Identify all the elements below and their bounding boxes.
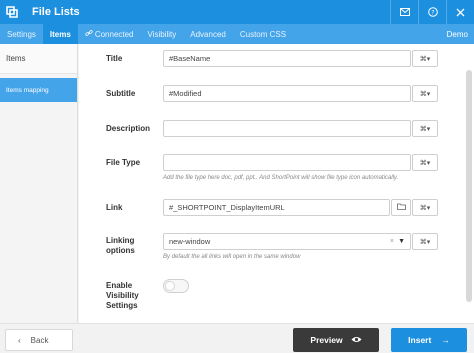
toggle-knob xyxy=(165,281,175,291)
dynamic-link-button[interactable]: ⌘ ▾ xyxy=(412,85,438,102)
folder-icon xyxy=(396,203,406,212)
label-line: options xyxy=(106,246,135,255)
app-title: File Lists xyxy=(32,6,80,18)
title-label: Title xyxy=(106,54,123,63)
file-type-label: File Type xyxy=(106,158,141,167)
tab-label: Connected xyxy=(94,29,134,39)
mail-icon[interactable] xyxy=(390,0,418,24)
insert-button[interactable]: Insert → xyxy=(391,328,467,352)
selected-value: new-window xyxy=(169,237,211,246)
dynamic-link-button[interactable]: ⌘ ▾ xyxy=(412,233,438,250)
tab-label: Settings xyxy=(7,29,36,39)
svg-text:?: ? xyxy=(431,9,434,16)
description-label: Description xyxy=(106,124,151,133)
chevron-down-icon: ▾ xyxy=(426,55,431,63)
eye-icon xyxy=(351,335,362,345)
label-line: Settings xyxy=(106,301,138,310)
dialog: File Lists ? Settings Items Connected Vi… xyxy=(0,0,474,353)
scrollbar[interactable] xyxy=(466,70,472,302)
header-actions: ? xyxy=(390,0,474,24)
form-panel: Title #BaseName ⌘ ▾ Subtitle #Modified ⌘ ▾… xyxy=(79,44,474,323)
tab-advanced[interactable]: Advanced xyxy=(183,24,233,44)
chevron-left-icon: ‹ xyxy=(18,335,21,345)
link-icon: ⌘ xyxy=(419,159,427,167)
chevron-down-icon: ▾ xyxy=(426,90,431,98)
linking-options-select[interactable]: new-window × ▼ xyxy=(163,233,411,250)
close-icon[interactable] xyxy=(446,0,474,24)
tab-settings[interactable]: Settings xyxy=(0,24,43,44)
back-label: Back xyxy=(30,335,49,345)
dynamic-link-button[interactable]: ⌘ ▾ xyxy=(412,199,438,216)
sidebar: Items Items mapping xyxy=(0,44,78,323)
dropdown-arrow-icon[interactable]: ▼ xyxy=(398,238,405,245)
subtitle-label: Subtitle xyxy=(106,89,136,98)
tab-bar: Settings Items Connected Visibility Adva… xyxy=(0,24,474,44)
tab-label: Visibility xyxy=(147,29,177,39)
label-line: Enable xyxy=(106,281,133,290)
description-field[interactable] xyxy=(163,120,411,137)
back-button[interactable]: ‹ Back xyxy=(5,329,73,351)
link-icon: ⌘ xyxy=(419,125,427,133)
visibility-toggle[interactable] xyxy=(163,279,189,293)
preview-button[interactable]: Preview xyxy=(293,328,379,352)
link-icon: ⌘ xyxy=(419,55,427,63)
arrow-right-icon: → xyxy=(441,335,450,345)
chevron-down-icon: ▾ xyxy=(426,125,431,133)
file-type-hint: Add the file type here doc, pdf, ppt.. A… xyxy=(163,175,399,181)
subtitle-field[interactable]: #Modified xyxy=(163,85,411,102)
tab-label: Items xyxy=(49,29,71,39)
logo-icon xyxy=(0,0,24,24)
sidebar-item-items-mapping[interactable]: Items mapping xyxy=(0,78,77,102)
link-field[interactable]: #_SHORTPOINT_DisplayItemURL xyxy=(163,199,390,216)
title-field[interactable]: #BaseName xyxy=(163,50,411,67)
dynamic-link-button[interactable]: ⌘ ▾ xyxy=(412,154,438,171)
chevron-down-icon: ▾ xyxy=(426,204,431,212)
browse-folder-button[interactable] xyxy=(391,199,411,216)
tab-connected[interactable]: Connected xyxy=(78,24,141,44)
link-icon xyxy=(85,29,93,39)
preview-label: Preview xyxy=(310,335,343,345)
chevron-down-icon: ▾ xyxy=(426,238,431,246)
link-icon: ⌘ xyxy=(419,204,427,212)
demo-link[interactable]: Demo xyxy=(447,24,474,44)
tab-items[interactable]: Items xyxy=(42,24,78,44)
footer-bar: ‹ Back Preview Insert → xyxy=(0,323,474,353)
help-icon[interactable]: ? xyxy=(418,0,446,24)
linking-options-hint: By default the all links will open in th… xyxy=(163,254,301,260)
tab-custom-css[interactable]: Custom CSS xyxy=(233,24,293,44)
header-bar: File Lists ? xyxy=(0,0,474,24)
chevron-down-icon: ▾ xyxy=(426,159,431,167)
tab-label: Advanced xyxy=(190,29,226,39)
label-line: Visibility xyxy=(106,291,139,300)
tab-visibility[interactable]: Visibility xyxy=(141,24,184,44)
clear-icon[interactable]: × xyxy=(390,238,394,245)
label-line: Linking xyxy=(106,236,135,245)
tab-label: Custom CSS xyxy=(239,29,287,39)
link-icon: ⌘ xyxy=(419,238,427,246)
visibility-label: Enable Visibility Settings xyxy=(106,281,139,311)
file-type-field[interactable] xyxy=(163,154,411,171)
dynamic-link-button[interactable]: ⌘ ▾ xyxy=(412,50,438,67)
sidebar-item-items[interactable]: Items xyxy=(0,44,77,74)
dynamic-link-button[interactable]: ⌘ ▾ xyxy=(412,120,438,137)
link-icon: ⌘ xyxy=(419,90,427,98)
insert-label: Insert xyxy=(408,335,432,345)
link-label: Link xyxy=(106,203,123,212)
linking-options-label: Linking options xyxy=(106,236,135,256)
